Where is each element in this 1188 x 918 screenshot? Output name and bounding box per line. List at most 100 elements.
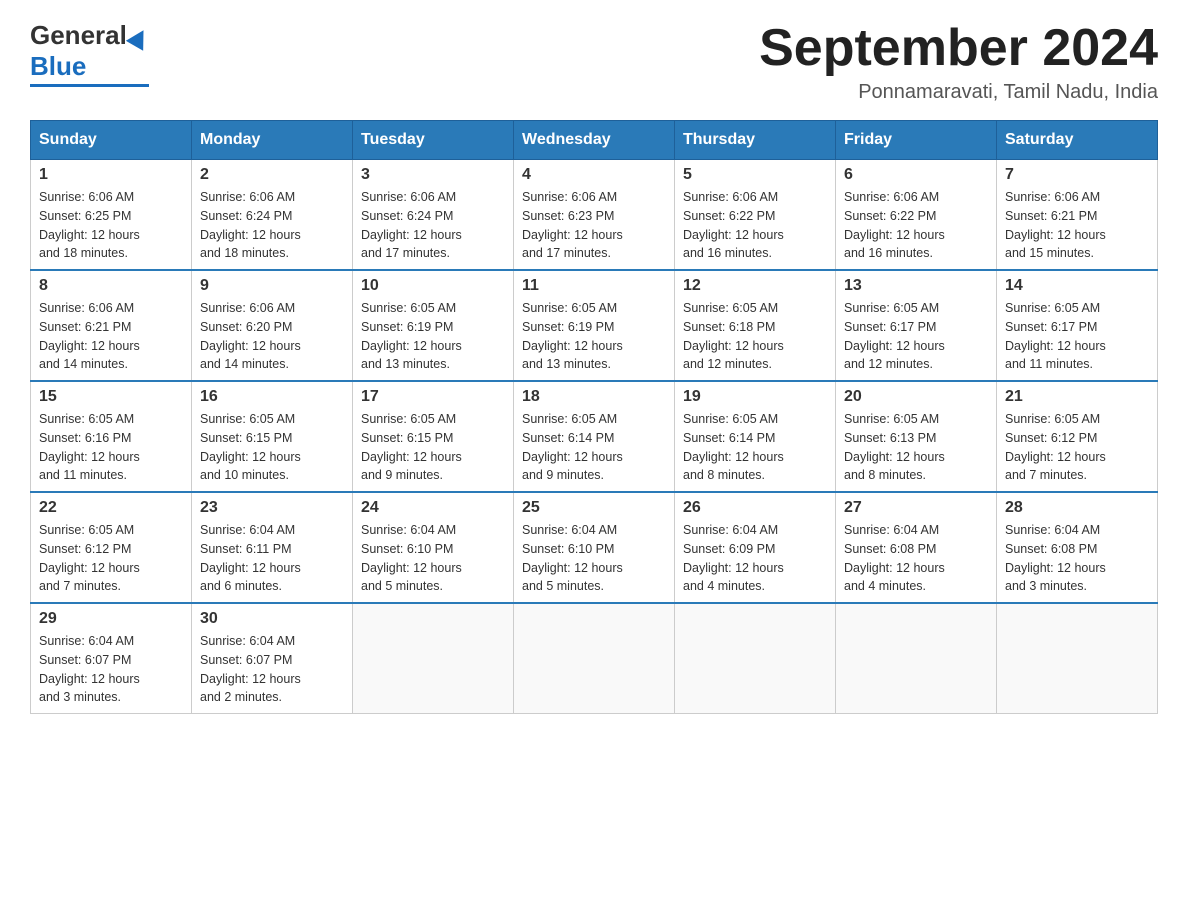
calendar-cell: 30 Sunrise: 6:04 AMSunset: 6:07 PMDayligh… (192, 603, 353, 714)
title-area: September 2024 Ponnamaravati, Tamil Nadu… (759, 20, 1158, 104)
logo-general-text: General (30, 20, 127, 51)
header-cell-wednesday: Wednesday (514, 121, 675, 160)
day-info: Sunrise: 6:06 AMSunset: 6:21 PMDaylight:… (39, 299, 183, 374)
calendar-cell (675, 603, 836, 714)
logo: General Blue (30, 20, 149, 87)
header-cell-tuesday: Tuesday (353, 121, 514, 160)
day-number: 16 (200, 388, 344, 406)
calendar-cell: 18 Sunrise: 6:05 AMSunset: 6:14 PMDayligh… (514, 381, 675, 492)
day-number: 10 (361, 277, 505, 295)
day-info: Sunrise: 6:05 AMSunset: 6:15 PMDaylight:… (200, 410, 344, 485)
day-info: Sunrise: 6:06 AMSunset: 6:24 PMDaylight:… (361, 188, 505, 263)
day-number: 24 (361, 499, 505, 517)
main-title: September 2024 (759, 20, 1158, 77)
day-number: 22 (39, 499, 183, 517)
day-info: Sunrise: 6:04 AMSunset: 6:11 PMDaylight:… (200, 521, 344, 596)
calendar-cell (514, 603, 675, 714)
day-info: Sunrise: 6:05 AMSunset: 6:13 PMDaylight:… (844, 410, 988, 485)
day-number: 9 (200, 277, 344, 295)
day-info: Sunrise: 6:05 AMSunset: 6:17 PMDaylight:… (1005, 299, 1149, 374)
calendar-cell: 5 Sunrise: 6:06 AMSunset: 6:22 PMDaylight… (675, 160, 836, 271)
calendar-cell: 23Sunrise: 6:04 AMSunset: 6:11 PMDayligh… (192, 492, 353, 603)
day-number: 7 (1005, 166, 1149, 184)
day-number: 13 (844, 277, 988, 295)
day-number: 15 (39, 388, 183, 406)
calendar-cell: 1 Sunrise: 6:06 AMSunset: 6:25 PMDaylight… (31, 160, 192, 271)
calendar-cell: 25 Sunrise: 6:04 AMSunset: 6:10 PMDayligh… (514, 492, 675, 603)
day-info: Sunrise: 6:04 AMSunset: 6:09 PMDaylight:… (683, 521, 827, 596)
day-number: 14 (1005, 277, 1149, 295)
header-cell-thursday: Thursday (675, 121, 836, 160)
day-number: 6 (844, 166, 988, 184)
day-info: Sunrise: 6:06 AMSunset: 6:25 PMDaylight:… (39, 188, 183, 263)
calendar-cell (997, 603, 1158, 714)
day-info: Sunrise: 6:04 AMSunset: 6:07 PMDaylight:… (200, 632, 344, 707)
calendar-cell: 6 Sunrise: 6:06 AMSunset: 6:22 PMDaylight… (836, 160, 997, 271)
day-info: Sunrise: 6:05 AMSunset: 6:19 PMDaylight:… (522, 299, 666, 374)
calendar-table: SundayMondayTuesdayWednesdayThursdayFrid… (30, 120, 1158, 714)
day-number: 12 (683, 277, 827, 295)
day-number: 3 (361, 166, 505, 184)
calendar-cell: 26 Sunrise: 6:04 AMSunset: 6:09 PMDayligh… (675, 492, 836, 603)
calendar-cell: 7 Sunrise: 6:06 AMSunset: 6:21 PMDaylight… (997, 160, 1158, 271)
day-info: Sunrise: 6:04 AMSunset: 6:08 PMDaylight:… (1005, 521, 1149, 596)
day-info: Sunrise: 6:05 AMSunset: 6:17 PMDaylight:… (844, 299, 988, 374)
calendar-cell: 3 Sunrise: 6:06 AMSunset: 6:24 PMDaylight… (353, 160, 514, 271)
day-info: Sunrise: 6:06 AMSunset: 6:22 PMDaylight:… (844, 188, 988, 263)
week-row-5: 29 Sunrise: 6:04 AMSunset: 6:07 PMDayligh… (31, 603, 1158, 714)
day-number: 1 (39, 166, 183, 184)
calendar-cell: 24 Sunrise: 6:04 AMSunset: 6:10 PMDayligh… (353, 492, 514, 603)
day-info: Sunrise: 6:05 AMSunset: 6:12 PMDaylight:… (39, 521, 183, 596)
day-info: Sunrise: 6:06 AMSunset: 6:22 PMDaylight:… (683, 188, 827, 263)
calendar-cell: 29 Sunrise: 6:04 AMSunset: 6:07 PMDayligh… (31, 603, 192, 714)
day-info: Sunrise: 6:05 AMSunset: 6:16 PMDaylight:… (39, 410, 183, 485)
day-info: Sunrise: 6:04 AMSunset: 6:10 PMDaylight:… (361, 521, 505, 596)
day-info: Sunrise: 6:06 AMSunset: 6:20 PMDaylight:… (200, 299, 344, 374)
logo-triangle-icon (126, 25, 152, 51)
day-number: 20 (844, 388, 988, 406)
calendar-cell (353, 603, 514, 714)
subtitle: Ponnamaravati, Tamil Nadu, India (759, 81, 1158, 104)
week-row-1: 1 Sunrise: 6:06 AMSunset: 6:25 PMDaylight… (31, 160, 1158, 271)
header-row: SundayMondayTuesdayWednesdayThursdayFrid… (31, 121, 1158, 160)
calendar-cell: 8 Sunrise: 6:06 AMSunset: 6:21 PMDaylight… (31, 270, 192, 381)
calendar-cell: 21Sunrise: 6:05 AMSunset: 6:12 PMDayligh… (997, 381, 1158, 492)
day-number: 30 (200, 610, 344, 628)
day-info: Sunrise: 6:05 AMSunset: 6:14 PMDaylight:… (522, 410, 666, 485)
calendar-cell: 17 Sunrise: 6:05 AMSunset: 6:15 PMDayligh… (353, 381, 514, 492)
week-row-3: 15 Sunrise: 6:05 AMSunset: 6:16 PMDayligh… (31, 381, 1158, 492)
header-cell-sunday: Sunday (31, 121, 192, 160)
header-cell-saturday: Saturday (997, 121, 1158, 160)
calendar-cell (836, 603, 997, 714)
day-number: 17 (361, 388, 505, 406)
day-number: 8 (39, 277, 183, 295)
day-number: 19 (683, 388, 827, 406)
day-info: Sunrise: 6:04 AMSunset: 6:10 PMDaylight:… (522, 521, 666, 596)
calendar-cell: 22 Sunrise: 6:05 AMSunset: 6:12 PMDayligh… (31, 492, 192, 603)
calendar-cell: 2 Sunrise: 6:06 AMSunset: 6:24 PMDaylight… (192, 160, 353, 271)
day-info: Sunrise: 6:05 AMSunset: 6:18 PMDaylight:… (683, 299, 827, 374)
logo-blue-text: Blue (30, 51, 86, 82)
day-number: 26 (683, 499, 827, 517)
day-info: Sunrise: 6:04 AMSunset: 6:07 PMDaylight:… (39, 632, 183, 707)
calendar-cell: 13 Sunrise: 6:05 AMSunset: 6:17 PMDayligh… (836, 270, 997, 381)
day-number: 27 (844, 499, 988, 517)
day-number: 4 (522, 166, 666, 184)
calendar-cell: 20 Sunrise: 6:05 AMSunset: 6:13 PMDayligh… (836, 381, 997, 492)
day-info: Sunrise: 6:06 AMSunset: 6:21 PMDaylight:… (1005, 188, 1149, 263)
week-row-4: 22 Sunrise: 6:05 AMSunset: 6:12 PMDayligh… (31, 492, 1158, 603)
calendar-cell: 11Sunrise: 6:05 AMSunset: 6:19 PMDayligh… (514, 270, 675, 381)
day-number: 18 (522, 388, 666, 406)
header-cell-monday: Monday (192, 121, 353, 160)
day-info: Sunrise: 6:05 AMSunset: 6:12 PMDaylight:… (1005, 410, 1149, 485)
calendar-cell: 16 Sunrise: 6:05 AMSunset: 6:15 PMDayligh… (192, 381, 353, 492)
day-number: 2 (200, 166, 344, 184)
day-number: 29 (39, 610, 183, 628)
day-info: Sunrise: 6:05 AMSunset: 6:19 PMDaylight:… (361, 299, 505, 374)
day-info: Sunrise: 6:05 AMSunset: 6:15 PMDaylight:… (361, 410, 505, 485)
calendar-cell: 14 Sunrise: 6:05 AMSunset: 6:17 PMDayligh… (997, 270, 1158, 381)
day-info: Sunrise: 6:06 AMSunset: 6:24 PMDaylight:… (200, 188, 344, 263)
calendar-cell: 28Sunrise: 6:04 AMSunset: 6:08 PMDayligh… (997, 492, 1158, 603)
day-number: 25 (522, 499, 666, 517)
day-number: 5 (683, 166, 827, 184)
